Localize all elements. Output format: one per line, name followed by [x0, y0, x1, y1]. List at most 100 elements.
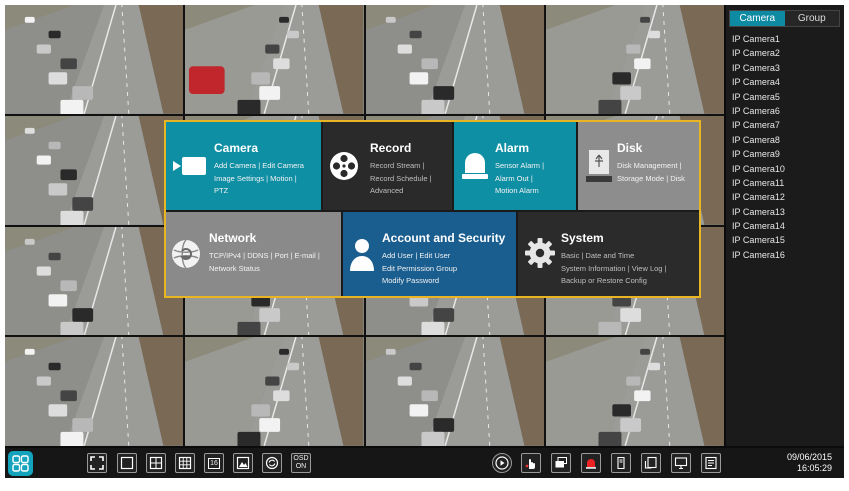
camera-list-item[interactable]: IP Camera3 [732, 61, 785, 75]
menu-record-title: Record [370, 141, 412, 155]
menu-network-item-tcpip[interactable]: TCP/IPv4 [209, 251, 241, 260]
menu-network-title: Network [209, 231, 257, 245]
menu-alarm-item-sensor[interactable]: Sensor Alarm [495, 161, 540, 170]
sequence-button[interactable] [233, 453, 253, 473]
camera-list-item[interactable]: IP Camera16 [732, 248, 785, 262]
menu-system-item-basic[interactable]: Basic [561, 251, 579, 260]
menu-network-desc: TCP/IPv4 | DDNS | Port | E-mail | Networ… [209, 251, 320, 273]
menu-camera-item-motion[interactable]: Motion [270, 174, 293, 183]
menu-camera-desc: Add Camera | Edit Camera Image Settings … [214, 161, 304, 195]
camera-list-item[interactable]: IP Camera7 [732, 118, 785, 132]
play-icon [495, 456, 509, 470]
menu-system-item-backup[interactable]: Backup or Restore Config [561, 276, 647, 285]
menu-network-tile[interactable]: Network TCP/IPv4 | DDNS | Port | E-mail … [166, 212, 341, 296]
menu-record-item-schedule[interactable]: Record Schedule [370, 174, 428, 183]
menu-disk-tile[interactable]: Disk Disk Management | Storage Mode | Di… [578, 122, 699, 210]
globe-icon [172, 239, 200, 269]
camera-tile[interactable] [185, 337, 364, 446]
camcorder-icon [173, 157, 206, 175]
film-reel-icon [330, 152, 358, 180]
layout-16-button[interactable]: 16 [204, 453, 224, 473]
manual-alarm-button[interactable] [521, 453, 541, 473]
tab-group[interactable]: Group [784, 11, 839, 26]
menu-network-item-ddns[interactable]: DDNS [247, 251, 268, 260]
camera-list-item[interactable]: IP Camera6 [732, 104, 785, 118]
menu-alarm-item-out[interactable]: Alarm Out [495, 174, 529, 183]
menu-account-item-edit-user[interactable]: Edit User [419, 251, 450, 260]
camera-list-item[interactable]: IP Camera8 [732, 133, 785, 147]
menu-record-desc: Record Stream | Record Schedule | Advanc… [370, 161, 432, 195]
menu-disk-item-management[interactable]: Disk Management [617, 161, 677, 170]
system-info-button[interactable] [701, 453, 721, 473]
camera-list-item[interactable]: IP Camera1 [732, 32, 785, 46]
camera-tile[interactable] [5, 115, 184, 225]
nine-view-icon [178, 456, 192, 470]
camera-tile[interactable] [545, 5, 724, 114]
menu-system-tile[interactable]: System Basic | Date and Time System Info… [518, 212, 699, 296]
camera-tile[interactable] [185, 5, 364, 114]
manual-record-button[interactable] [551, 453, 571, 473]
menu-camera-tile[interactable]: Camera Add Camera | Edit Camera Image Se… [166, 122, 321, 210]
camera-list-item[interactable]: IP Camera2 [732, 46, 785, 60]
menu-camera-item-ptz[interactable]: PTZ [214, 186, 228, 195]
menu-system-item-datetime[interactable]: Date and Time [585, 251, 634, 260]
camera-tile[interactable] [5, 337, 184, 446]
camera-list-item[interactable]: IP Camera12 [732, 190, 785, 204]
menu-account-item-permission[interactable]: Edit Permission Group [382, 264, 457, 273]
alarm-status-button[interactable] [581, 453, 601, 473]
bottom-toolbar: 16 OSD ON 09/06/2015 16:05:29 [5, 448, 844, 478]
menu-disk-item-disk[interactable]: Disk [670, 174, 685, 183]
menu-record-tile[interactable]: Record Record Stream | Record Schedule |… [323, 122, 452, 210]
menu-alarm-title: Alarm [495, 141, 530, 155]
menu-camera-item-add[interactable]: Add Camera [214, 161, 256, 170]
menu-disk-item-storage[interactable]: Storage Mode [617, 174, 664, 183]
backup-button[interactable] [641, 453, 661, 473]
menu-account-item-add-user[interactable]: Add User [382, 251, 413, 260]
camera-list-item[interactable]: IP Camera10 [732, 162, 785, 176]
menu-alarm-tile[interactable]: Alarm Sensor Alarm | Alarm Out | Motion … [454, 122, 576, 210]
menu-camera-item-edit[interactable]: Edit Camera [262, 161, 304, 170]
camera-list-item[interactable]: IP Camera4 [732, 75, 785, 89]
menu-disk-title: Disk [617, 141, 643, 155]
menu-camera-item-image[interactable]: Image Settings [214, 174, 264, 183]
layout-1-button[interactable] [117, 453, 137, 473]
menu-network-item-email[interactable]: E-mail [295, 251, 316, 260]
disk-icon [617, 456, 625, 470]
info-screen-icon [705, 456, 717, 470]
camera-tile[interactable] [365, 337, 544, 446]
camera-list-item[interactable]: IP Camera11 [732, 176, 785, 190]
layout-4-button[interactable] [146, 453, 166, 473]
menu-account-tile[interactable]: Account and Security Add User | Edit Use… [343, 212, 516, 296]
refresh-icon [265, 456, 279, 470]
playback-button[interactable] [492, 453, 512, 473]
layout-9-button[interactable] [175, 453, 195, 473]
disk-info-button[interactable] [611, 453, 631, 473]
menu-record-item-advanced[interactable]: Advanced [370, 186, 403, 195]
fullscreen-button[interactable] [87, 453, 107, 473]
camera-tile[interactable] [5, 5, 184, 114]
menu-record-item-stream[interactable]: Record Stream [370, 161, 420, 170]
gear-icon [525, 238, 555, 268]
refresh-button[interactable] [262, 453, 282, 473]
start-menu-button[interactable] [8, 451, 33, 476]
camera-list-item[interactable]: IP Camera9 [732, 147, 785, 161]
camera-tile[interactable] [365, 5, 544, 114]
camera-list-item[interactable]: IP Camera13 [732, 205, 785, 219]
osd-toggle-button[interactable]: OSD ON [291, 453, 311, 473]
menu-network-item-status[interactable]: Network Status [209, 264, 260, 273]
network-status-button[interactable] [671, 453, 691, 473]
camera-list-item[interactable]: IP Camera15 [732, 233, 785, 247]
camera-list-item[interactable]: IP Camera5 [732, 90, 785, 104]
camera-tile[interactable] [545, 337, 724, 446]
menu-system-title: System [561, 231, 604, 245]
menu-system-item-log[interactable]: View Log [632, 264, 663, 273]
menu-system-item-info[interactable]: System Information [561, 264, 626, 273]
menu-account-item-password[interactable]: Modify Password [382, 276, 439, 285]
tab-camera[interactable]: Camera [730, 11, 785, 26]
menu-network-item-port[interactable]: Port [275, 251, 289, 260]
menu-alarm-item-motion[interactable]: Motion Alarm [495, 186, 539, 195]
camera-list-item[interactable]: IP Camera14 [732, 219, 785, 233]
camera-tile[interactable] [5, 226, 184, 336]
quad-view-icon [149, 456, 163, 470]
menu-camera-title: Camera [214, 141, 259, 155]
